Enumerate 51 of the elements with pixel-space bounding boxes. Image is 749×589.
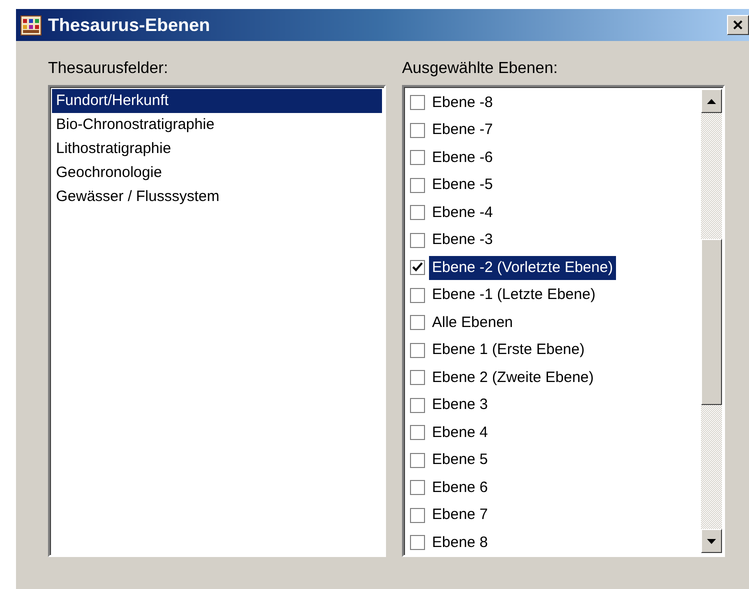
checkbox[interactable] [410, 425, 425, 440]
checkbox[interactable] [410, 232, 425, 248]
scroll-thumb[interactable] [701, 239, 722, 405]
checkbox[interactable] [410, 288, 425, 303]
app-icon [20, 14, 42, 36]
window-title: Thesaurus-Ebenen [48, 14, 212, 36]
list-item[interactable]: Ebene 1 (Erste Ebene) [429, 338, 588, 362]
list-item[interactable]: Ebene 8 [429, 530, 491, 555]
checkbox[interactable] [410, 95, 425, 110]
list-item[interactable]: Ebene -3 [429, 228, 496, 252]
list-item[interactable]: Lithostratigraphie [52, 137, 382, 161]
down-arrow-icon [707, 538, 716, 544]
list-item[interactable]: Ebene -6 [429, 146, 496, 170]
list-item[interactable]: Geochronologie [52, 161, 382, 185]
checkbox[interactable] [410, 535, 425, 550]
checkbox[interactable] [410, 342, 425, 358]
checkbox[interactable] [410, 370, 425, 386]
list-item[interactable]: Ebene -1 (Letzte Ebene) [429, 283, 598, 308]
scrollbar[interactable] [701, 89, 722, 553]
list-item[interactable]: Ebene 7 [429, 503, 491, 528]
checkbox[interactable] [410, 508, 425, 523]
list-item[interactable]: Gewässer / Flusssystem [52, 185, 382, 209]
list-item[interactable]: Ebene 3 [429, 393, 491, 418]
list-item[interactable]: Ebene -8 [429, 90, 496, 115]
checkbox[interactable] [410, 260, 425, 276]
checkmark-icon [412, 262, 423, 274]
list-item[interactable]: Ebene -5 [429, 173, 496, 198]
checkbox[interactable] [410, 452, 425, 468]
list-label: Ausgewählte Ebenen: [402, 59, 559, 79]
list-item[interactable]: Ebene 5 [429, 448, 491, 472]
list-item[interactable]: Alle Ebenen [429, 310, 516, 335]
close-button[interactable]: ✕ [727, 15, 749, 35]
checkbox[interactable] [410, 315, 425, 330]
checkbox[interactable] [410, 398, 425, 413]
list-item[interactable]: Ebene -2 (Vorletzte Ebene) [429, 256, 616, 280]
list-item[interactable]: Ebene 2 (Zweite Ebene) [429, 366, 597, 390]
list-item[interactable]: Fundort/Herkunft [52, 89, 382, 113]
list-item[interactable]: Ebene 6 [429, 476, 491, 500]
checkbox[interactable] [410, 480, 425, 496]
checkbox[interactable] [410, 205, 425, 220]
checkbox[interactable] [410, 122, 425, 138]
list-item[interactable]: Bio-Chronostratigraphie [52, 113, 382, 137]
list-item[interactable]: Ebene -4 [429, 200, 496, 225]
checkbox[interactable] [410, 178, 425, 193]
list-item[interactable]: Ebene 4 [429, 420, 491, 445]
scroll-up-button[interactable] [701, 89, 722, 113]
up-arrow-icon [707, 98, 716, 104]
list-item[interactable]: Ebene -7 [429, 118, 496, 142]
list-label: Thesaurusfelder: [48, 59, 170, 79]
checkbox[interactable] [410, 150, 425, 166]
scroll-down-button[interactable] [701, 529, 722, 553]
